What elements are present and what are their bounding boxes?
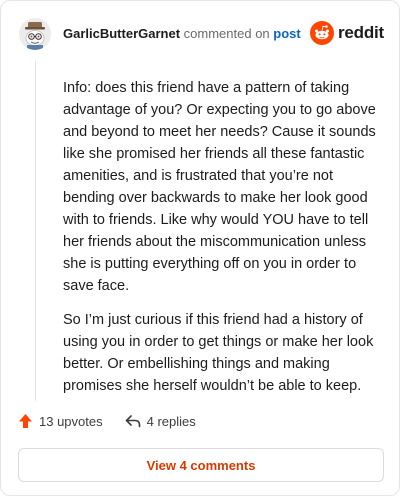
reply-arrow-icon <box>125 415 140 428</box>
brand-name: reddit <box>338 23 385 42</box>
upvote-button[interactable]: 13 upvotes <box>18 413 103 429</box>
upvote-count: 13 upvotes <box>39 413 103 429</box>
comment-actions: 13 upvotes 4 replies <box>18 413 196 429</box>
reddit-logo[interactable]: reddit <box>310 21 384 45</box>
commented-on-text: commented on <box>183 26 270 41</box>
reddit-snoo-icon <box>310 21 334 45</box>
username[interactable]: GarlicButterGarnet <box>63 26 180 41</box>
replies-count: 4 replies <box>146 413 196 429</box>
upvote-arrow-icon <box>19 414 32 428</box>
thread-line <box>35 61 36 401</box>
view-comments-button[interactable]: View 4 comments <box>18 448 384 482</box>
comment-paragraph: So I’m just curious if this friend had a… <box>63 312 374 394</box>
comment-card: GarlicButterGarnet commented on post red… <box>0 0 400 496</box>
comment-body: Info: does this friend have a pattern of… <box>63 77 381 409</box>
snoo-avatar-icon <box>19 18 51 50</box>
post-link[interactable]: post <box>273 26 300 41</box>
replies-button[interactable]: 4 replies <box>125 414 196 429</box>
comment-header: GarlicButterGarnet commented on post <box>63 26 301 42</box>
avatar[interactable] <box>19 18 51 50</box>
comment-paragraph: Info: does this friend have a pattern of… <box>63 80 376 294</box>
